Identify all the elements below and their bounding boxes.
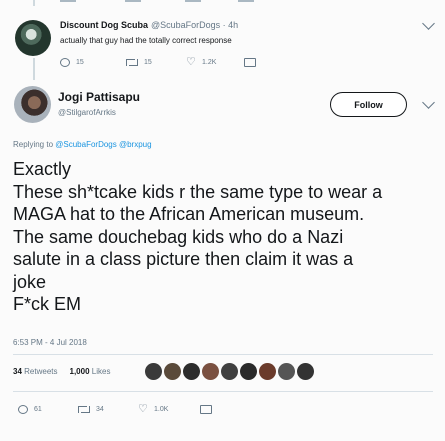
dm-button[interactable] bbox=[200, 404, 212, 414]
tweet-line: MAGA hat to the African American museum. bbox=[13, 204, 365, 224]
liker-avatars bbox=[145, 363, 314, 380]
tweet-actions: 61 34 ♡ 1.0K bbox=[18, 403, 212, 415]
thread-line bbox=[33, 58, 35, 80]
liker-avatar[interactable] bbox=[164, 363, 181, 380]
author-name[interactable]: Jogi Pattisapu bbox=[58, 90, 140, 104]
chevron-down-icon[interactable] bbox=[422, 17, 435, 30]
likes-stat[interactable]: 1,000 Likes bbox=[70, 367, 111, 376]
retweet-icon bbox=[126, 58, 138, 66]
reply-action-stub bbox=[60, 0, 76, 2]
liker-avatar[interactable] bbox=[240, 363, 257, 380]
avatar[interactable] bbox=[15, 20, 51, 56]
liker-avatar[interactable] bbox=[278, 363, 295, 380]
timestamp[interactable]: 6:53 PM - 4 Jul 2018 bbox=[13, 338, 87, 347]
tweet-stats: 34 Retweets 1,000 Likes bbox=[13, 367, 110, 376]
reply-button[interactable]: 61 bbox=[18, 404, 78, 414]
reply-text: actually that guy had the totally correc… bbox=[60, 36, 232, 45]
reply-count: 61 bbox=[34, 405, 42, 413]
tweet-line: These sh*tcake kids r the same type to w… bbox=[13, 181, 383, 202]
envelope-icon bbox=[200, 404, 212, 414]
tweet-text: Exactly These sh*tcake kids r the same t… bbox=[13, 158, 433, 316]
liker-avatar[interactable] bbox=[145, 363, 162, 380]
retweets-stat[interactable]: 34 Retweets bbox=[13, 367, 58, 376]
reply-count: 15 bbox=[76, 58, 84, 66]
like-count: 1.2K bbox=[202, 58, 217, 66]
likes-stat-count: 1,000 bbox=[69, 367, 90, 376]
reply-author[interactable]: Discount Dog Scuba @ScubaForDogs · 4h bbox=[60, 20, 238, 30]
tweet-line: Exactly bbox=[13, 159, 72, 179]
reply-author-handle[interactable]: @ScubaForDogs · 4h bbox=[151, 20, 238, 30]
liker-avatar[interactable] bbox=[221, 363, 238, 380]
like-button[interactable]: ♡ 1.2K bbox=[186, 56, 244, 68]
reply-button[interactable]: 15 bbox=[60, 57, 126, 67]
retweet-count: 15 bbox=[144, 58, 152, 66]
tweet-line: F*ck EM bbox=[13, 294, 82, 314]
liker-avatar[interactable] bbox=[297, 363, 314, 380]
divider bbox=[13, 391, 433, 392]
avatar[interactable] bbox=[14, 86, 51, 123]
liker-avatar[interactable] bbox=[183, 363, 200, 380]
replying-prefix: Replying to bbox=[13, 140, 54, 149]
envelope-icon bbox=[244, 57, 256, 67]
retweet-action-stub bbox=[125, 0, 141, 2]
likes-stat-label: Likes bbox=[91, 367, 111, 376]
tweet-line: joke bbox=[13, 271, 47, 292]
replying-to-handles[interactable]: @ScubaForDogs @brxpug bbox=[55, 140, 151, 149]
dm-button[interactable] bbox=[244, 57, 256, 67]
divider bbox=[13, 354, 433, 355]
reply-author-name[interactable]: Discount Dog Scuba bbox=[60, 20, 148, 30]
dm-action-stub bbox=[238, 0, 254, 2]
reply-actions: 15 15 ♡ 1.2K bbox=[60, 56, 256, 68]
author-handle[interactable]: @StilgarofArrkis bbox=[58, 108, 116, 117]
tweet-line: salute in a class picture then claim it … bbox=[13, 249, 354, 269]
follow-button[interactable]: Follow bbox=[330, 92, 407, 117]
retweet-button[interactable]: 34 bbox=[78, 405, 138, 413]
reply-tweet[interactable]: Discount Dog Scuba @ScubaForDogs · 4h act… bbox=[0, 6, 445, 84]
like-action-stub bbox=[185, 0, 201, 2]
retweets-stat-label: Retweets bbox=[24, 367, 58, 376]
reply-icon bbox=[18, 404, 28, 414]
retweet-icon bbox=[78, 405, 90, 413]
like-button[interactable]: ♡ 1.0K bbox=[138, 403, 200, 415]
liker-avatar[interactable] bbox=[259, 363, 276, 380]
reply-icon bbox=[60, 57, 70, 67]
retweet-count: 34 bbox=[96, 405, 104, 413]
retweet-button[interactable]: 15 bbox=[126, 58, 186, 66]
heart-icon: ♡ bbox=[138, 403, 148, 415]
chevron-down-icon[interactable] bbox=[422, 96, 435, 109]
retweets-stat-count: 34 bbox=[13, 367, 22, 376]
like-count: 1.0K bbox=[154, 405, 169, 413]
replying-to: Replying to @ScubaForDogs @brxpug bbox=[13, 140, 152, 149]
tweet-line: The same douchebag kids who do a Nazi bbox=[13, 226, 344, 247]
heart-icon: ♡ bbox=[186, 56, 196, 68]
liker-avatar[interactable] bbox=[202, 363, 219, 380]
